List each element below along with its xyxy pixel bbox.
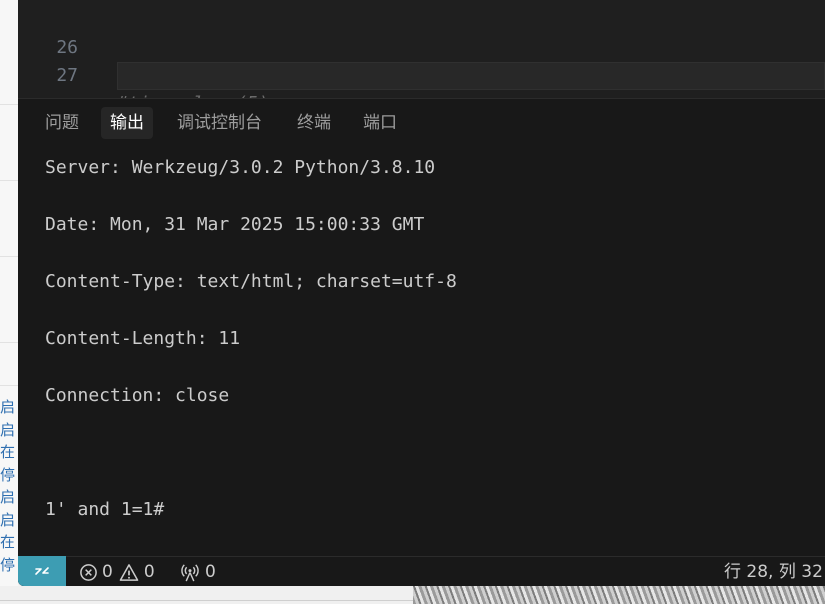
error-count: 0 xyxy=(102,562,113,582)
broadcast-icon xyxy=(180,563,200,582)
background-char: 停 xyxy=(0,555,16,574)
problems-indicator[interactable]: 0 0 xyxy=(79,560,155,584)
remote-icon xyxy=(33,562,51,580)
tab-terminal[interactable]: 终端 xyxy=(288,107,340,139)
cursor-position[interactable]: 行 28, 列 32 xyxy=(724,560,823,584)
background-char: 启 xyxy=(0,510,16,529)
background-divider xyxy=(0,600,413,601)
tab-output[interactable]: 输出 xyxy=(101,107,153,139)
line-code: #time.sleep(5) xyxy=(117,90,269,98)
background-photo xyxy=(413,586,825,604)
background-window-edge: 启 启 在 停 启 启 在 停 xyxy=(0,0,18,604)
output-line: Date: Mon, 31 Mar 2025 15:00:33 GMT xyxy=(45,214,425,235)
output-line: Content-Type: text/html; charset=utf-8 xyxy=(45,271,457,292)
tab-problems[interactable]: 问题 xyxy=(36,107,88,139)
output-line: Connection: close xyxy=(45,385,230,406)
background-char: 在 xyxy=(0,533,16,551)
ports-indicator[interactable]: 0 xyxy=(180,560,216,584)
current-line-highlight xyxy=(117,62,825,90)
background-char: 停 xyxy=(0,465,16,484)
vscode-window: 26 s.send(generate_chunked("name=1' and … xyxy=(18,0,825,586)
tab-ports[interactable]: 端口 xyxy=(354,107,406,139)
code-line-28[interactable]: 28 s.send(generate_chunked("d 1=1#")) xyxy=(18,62,825,90)
background-char: 启 xyxy=(0,420,16,439)
code-editor[interactable]: 26 s.send(generate_chunked("name=1' and … xyxy=(18,0,825,98)
warning-triangle-icon xyxy=(119,563,139,582)
background-char: 启 xyxy=(0,488,16,506)
output-line: 1' and 1=1# xyxy=(45,499,165,520)
output-line: Content-Length: 11 xyxy=(45,328,241,349)
status-bar: 0 0 0 行 28, 列 32 xyxy=(18,556,825,586)
code-line-27[interactable]: 27 #time.sleep(5) xyxy=(18,34,825,98)
ports-count: 0 xyxy=(205,562,216,582)
code-line-26[interactable]: 26 s.send(generate_chunked("name=1' and … xyxy=(18,6,825,86)
output-line: Server: Werkzeug/3.0.2 Python/3.8.10 xyxy=(45,157,436,178)
background-status-chars: 启 启 在 停 启 启 在 停 xyxy=(0,396,18,576)
tab-debug-console[interactable]: 调试控制台 xyxy=(168,107,271,139)
background-char: 启 xyxy=(0,398,16,416)
background-char: 在 xyxy=(0,443,16,461)
remote-button[interactable] xyxy=(18,556,66,586)
bottom-panel: 问题 输出 调试控制台 终端 端口 Server: Werkzeug/3.0.2… xyxy=(18,98,825,557)
warning-count: 0 xyxy=(143,562,155,582)
panel-tabs: 问题 输出 调试控制台 终端 端口 xyxy=(18,107,825,141)
error-circle-icon xyxy=(79,563,98,582)
